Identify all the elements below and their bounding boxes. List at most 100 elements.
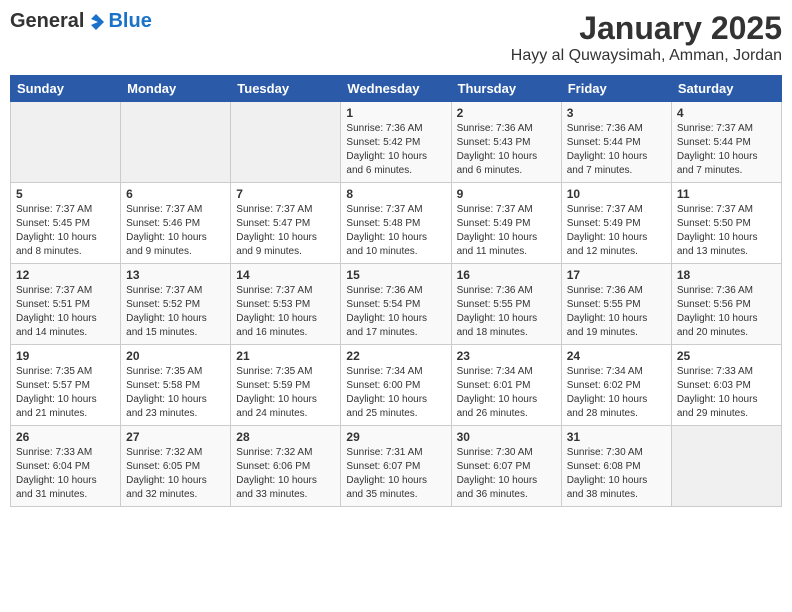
sunrise-text: Sunrise: 7:37 AM	[126, 285, 202, 296]
daylight-text: Daylight: 10 hours and 11 minutes.	[457, 232, 538, 257]
sunset-text: Sunset: 5:44 PM	[677, 137, 751, 148]
calendar-week-row: 12 Sunrise: 7:37 AM Sunset: 5:51 PM Dayl…	[11, 264, 782, 345]
table-row: 31 Sunrise: 7:30 AM Sunset: 6:08 PM Dayl…	[561, 426, 671, 507]
daylight-text: Daylight: 10 hours and 25 minutes.	[346, 394, 427, 419]
sunrise-text: Sunrise: 7:31 AM	[346, 447, 422, 458]
day-info: Sunrise: 7:35 AM Sunset: 5:59 PM Dayligh…	[236, 365, 335, 421]
table-row: 10 Sunrise: 7:37 AM Sunset: 5:49 PM Dayl…	[561, 183, 671, 264]
table-row: 3 Sunrise: 7:36 AM Sunset: 5:44 PM Dayli…	[561, 102, 671, 183]
header-saturday: Saturday	[671, 76, 781, 102]
daylight-text: Daylight: 10 hours and 29 minutes.	[677, 394, 758, 419]
daylight-text: Daylight: 10 hours and 36 minutes.	[457, 475, 538, 500]
sunset-text: Sunset: 6:04 PM	[16, 461, 90, 472]
sunrise-text: Sunrise: 7:36 AM	[346, 123, 422, 134]
header-thursday: Thursday	[451, 76, 561, 102]
table-row: 9 Sunrise: 7:37 AM Sunset: 5:49 PM Dayli…	[451, 183, 561, 264]
daylight-text: Daylight: 10 hours and 20 minutes.	[677, 313, 758, 338]
sunrise-text: Sunrise: 7:30 AM	[567, 447, 643, 458]
sunrise-text: Sunrise: 7:37 AM	[457, 204, 533, 215]
sunset-text: Sunset: 6:05 PM	[126, 461, 200, 472]
table-row: 12 Sunrise: 7:37 AM Sunset: 5:51 PM Dayl…	[11, 264, 121, 345]
daylight-text: Daylight: 10 hours and 13 minutes.	[677, 232, 758, 257]
daylight-text: Daylight: 10 hours and 9 minutes.	[126, 232, 207, 257]
table-row: 11 Sunrise: 7:37 AM Sunset: 5:50 PM Dayl…	[671, 183, 781, 264]
daylight-text: Daylight: 10 hours and 24 minutes.	[236, 394, 317, 419]
daylight-text: Daylight: 10 hours and 6 minutes.	[457, 151, 538, 176]
sunset-text: Sunset: 5:56 PM	[677, 299, 751, 310]
table-row: 14 Sunrise: 7:37 AM Sunset: 5:53 PM Dayl…	[231, 264, 341, 345]
sunrise-text: Sunrise: 7:36 AM	[457, 285, 533, 296]
table-row: 2 Sunrise: 7:36 AM Sunset: 5:43 PM Dayli…	[451, 102, 561, 183]
header: General Blue January 2025 Hayy al Quways…	[10, 10, 782, 65]
day-number: 24	[567, 349, 666, 363]
sunrise-text: Sunrise: 7:36 AM	[567, 285, 643, 296]
day-number: 12	[16, 268, 115, 282]
day-info: Sunrise: 7:37 AM Sunset: 5:45 PM Dayligh…	[16, 203, 115, 259]
day-number: 29	[346, 430, 445, 444]
day-number: 2	[457, 106, 556, 120]
sunrise-text: Sunrise: 7:37 AM	[346, 204, 422, 215]
header-sunday: Sunday	[11, 76, 121, 102]
sunrise-text: Sunrise: 7:37 AM	[126, 204, 202, 215]
day-info: Sunrise: 7:30 AM Sunset: 6:08 PM Dayligh…	[567, 446, 666, 502]
day-info: Sunrise: 7:37 AM Sunset: 5:52 PM Dayligh…	[126, 284, 225, 340]
sunset-text: Sunset: 5:49 PM	[567, 218, 641, 229]
calendar-week-row: 1 Sunrise: 7:36 AM Sunset: 5:42 PM Dayli…	[11, 102, 782, 183]
table-row: 24 Sunrise: 7:34 AM Sunset: 6:02 PM Dayl…	[561, 345, 671, 426]
sunset-text: Sunset: 6:07 PM	[346, 461, 420, 472]
sunset-text: Sunset: 5:57 PM	[16, 380, 90, 391]
day-number: 26	[16, 430, 115, 444]
daylight-text: Daylight: 10 hours and 19 minutes.	[567, 313, 648, 338]
weekday-header-row: Sunday Monday Tuesday Wednesday Thursday…	[11, 76, 782, 102]
sunset-text: Sunset: 5:54 PM	[346, 299, 420, 310]
table-row: 16 Sunrise: 7:36 AM Sunset: 5:55 PM Dayl…	[451, 264, 561, 345]
day-info: Sunrise: 7:33 AM Sunset: 6:03 PM Dayligh…	[677, 365, 776, 421]
day-info: Sunrise: 7:37 AM Sunset: 5:51 PM Dayligh…	[16, 284, 115, 340]
day-number: 17	[567, 268, 666, 282]
sunset-text: Sunset: 5:50 PM	[677, 218, 751, 229]
day-info: Sunrise: 7:37 AM Sunset: 5:44 PM Dayligh…	[677, 122, 776, 178]
sunset-text: Sunset: 5:51 PM	[16, 299, 90, 310]
sunset-text: Sunset: 5:49 PM	[457, 218, 531, 229]
sunrise-text: Sunrise: 7:32 AM	[236, 447, 312, 458]
daylight-text: Daylight: 10 hours and 26 minutes.	[457, 394, 538, 419]
day-number: 7	[236, 187, 335, 201]
sunrise-text: Sunrise: 7:34 AM	[457, 366, 533, 377]
sunset-text: Sunset: 6:01 PM	[457, 380, 531, 391]
daylight-text: Daylight: 10 hours and 23 minutes.	[126, 394, 207, 419]
day-number: 19	[16, 349, 115, 363]
logo: General Blue	[10, 10, 152, 33]
day-number: 28	[236, 430, 335, 444]
day-info: Sunrise: 7:33 AM Sunset: 6:04 PM Dayligh…	[16, 446, 115, 502]
day-number: 10	[567, 187, 666, 201]
sunrise-text: Sunrise: 7:37 AM	[16, 285, 92, 296]
table-row: 5 Sunrise: 7:37 AM Sunset: 5:45 PM Dayli…	[11, 183, 121, 264]
day-info: Sunrise: 7:36 AM Sunset: 5:44 PM Dayligh…	[567, 122, 666, 178]
sunset-text: Sunset: 6:00 PM	[346, 380, 420, 391]
sunrise-text: Sunrise: 7:32 AM	[126, 447, 202, 458]
day-number: 20	[126, 349, 225, 363]
table-row: 27 Sunrise: 7:32 AM Sunset: 6:05 PM Dayl…	[121, 426, 231, 507]
day-info: Sunrise: 7:31 AM Sunset: 6:07 PM Dayligh…	[346, 446, 445, 502]
sunset-text: Sunset: 5:44 PM	[567, 137, 641, 148]
day-info: Sunrise: 7:32 AM Sunset: 6:06 PM Dayligh…	[236, 446, 335, 502]
sunset-text: Sunset: 5:47 PM	[236, 218, 310, 229]
daylight-text: Daylight: 10 hours and 17 minutes.	[346, 313, 427, 338]
daylight-text: Daylight: 10 hours and 32 minutes.	[126, 475, 207, 500]
table-row: 29 Sunrise: 7:31 AM Sunset: 6:07 PM Dayl…	[341, 426, 451, 507]
day-info: Sunrise: 7:37 AM Sunset: 5:48 PM Dayligh…	[346, 203, 445, 259]
daylight-text: Daylight: 10 hours and 28 minutes.	[567, 394, 648, 419]
sunset-text: Sunset: 5:53 PM	[236, 299, 310, 310]
sunset-text: Sunset: 5:46 PM	[126, 218, 200, 229]
day-number: 22	[346, 349, 445, 363]
table-row	[121, 102, 231, 183]
table-row: 7 Sunrise: 7:37 AM Sunset: 5:47 PM Dayli…	[231, 183, 341, 264]
daylight-text: Daylight: 10 hours and 14 minutes.	[16, 313, 97, 338]
table-row: 18 Sunrise: 7:36 AM Sunset: 5:56 PM Dayl…	[671, 264, 781, 345]
sunrise-text: Sunrise: 7:33 AM	[16, 447, 92, 458]
sunset-text: Sunset: 5:45 PM	[16, 218, 90, 229]
sunrise-text: Sunrise: 7:36 AM	[457, 123, 533, 134]
daylight-text: Daylight: 10 hours and 10 minutes.	[346, 232, 427, 257]
table-row	[671, 426, 781, 507]
sunrise-text: Sunrise: 7:30 AM	[457, 447, 533, 458]
